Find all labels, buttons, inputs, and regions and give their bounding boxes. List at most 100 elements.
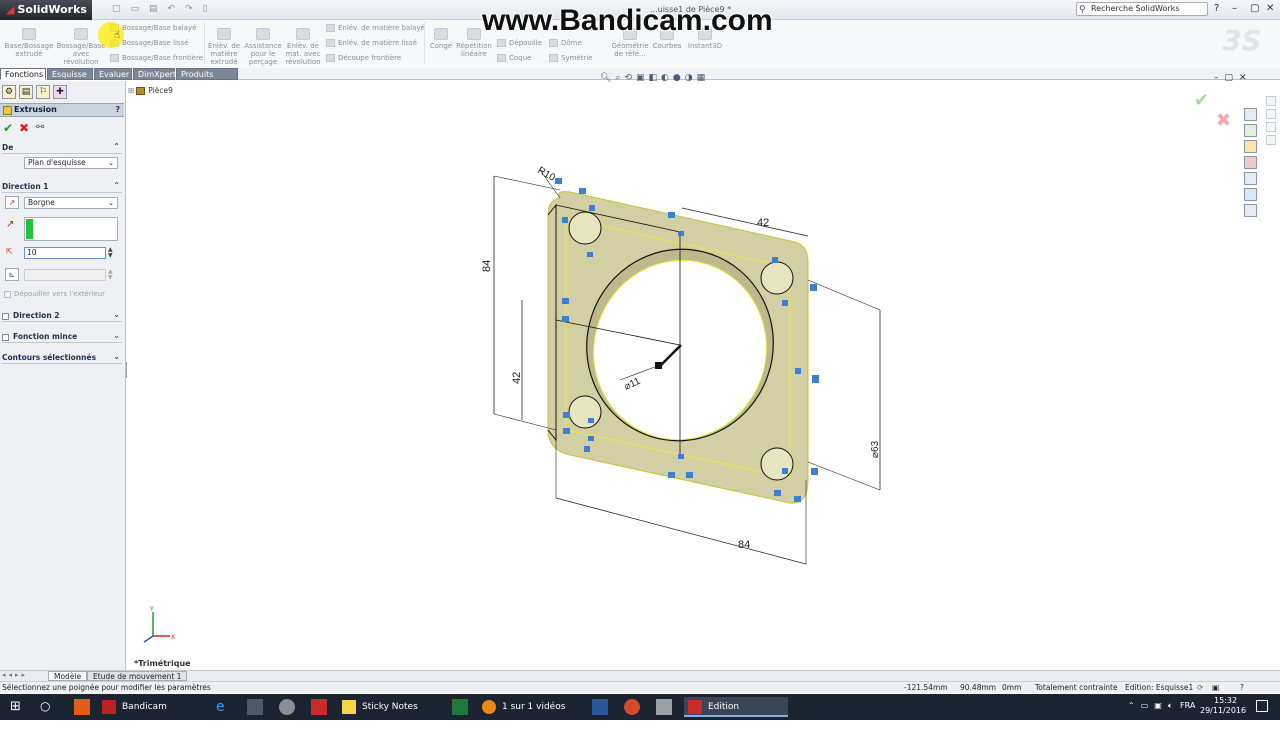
close-icon[interactable]: ✕ (1266, 3, 1274, 14)
bolt-hole-bottom-left[interactable] (568, 395, 602, 429)
help-button[interactable]: ? (1214, 3, 1219, 14)
fillet-button[interactable]: Congé (428, 28, 454, 50)
cortana-search-icon[interactable]: ○ (40, 699, 56, 715)
status-constraint: Totalement contrainte (1035, 683, 1118, 692)
edge-browser-icon[interactable]: e (216, 699, 232, 715)
group-direction2[interactable]: Direction 2 ⌄ (2, 310, 122, 322)
extruded-cut-button[interactable]: Enlèv. de matière extrudé (206, 28, 242, 66)
search-input[interactable]: ⚲ Recherche SolidWorks (1076, 2, 1208, 16)
swept-cut-button[interactable]: Enlév. de matière balayé (326, 24, 425, 32)
maximize-icon[interactable]: ▢ (1250, 3, 1259, 14)
tab-office-products[interactable]: Produits Office (176, 68, 238, 90)
ok-check-icon[interactable]: ✔ (3, 121, 13, 135)
bolt-hole-top-right[interactable] (760, 261, 794, 295)
tab-sketch[interactable]: Esquisse (47, 68, 93, 80)
dimension-42-top-label[interactable]: 42 (757, 217, 769, 229)
shell-button[interactable]: Coque (497, 54, 531, 62)
dome-icon (549, 39, 558, 47)
taskbar-item-sticky-notes[interactable]: Sticky Notes (338, 697, 444, 717)
minimize-icon[interactable]: – (1232, 3, 1237, 14)
draft-toggle-icon[interactable]: ⊾ (5, 268, 19, 281)
clock-date[interactable]: 29/11/2016 (1200, 706, 1246, 715)
group-from[interactable]: De ⌃ (2, 142, 122, 154)
checkbox-box[interactable] (2, 333, 9, 341)
store-icon[interactable] (247, 699, 263, 715)
revolved-cut-button[interactable]: Enlèv. de mat. avec révolution (284, 28, 322, 66)
tab-scroll-arrows[interactable]: ◂◂▸▸ (0, 671, 48, 681)
lofted-cut-button[interactable]: Enlév. de matière lissé (326, 39, 417, 47)
group-selected-contours[interactable]: Contours sélectionnés ⌄ (2, 352, 122, 364)
property-manager-header: Extrusion ? (0, 103, 124, 117)
dimxpert-manager-icon[interactable]: ✚ (53, 85, 67, 99)
units-icon[interactable]: ▣ (1212, 682, 1219, 693)
dimension-42-left-label[interactable]: 42 (511, 372, 523, 384)
word-icon[interactable] (592, 699, 608, 715)
app-icon-3[interactable] (656, 699, 672, 715)
tab-motion-study[interactable]: Etude de mouvement 1 (87, 671, 188, 681)
clock-time[interactable]: 15:32 (1214, 696, 1237, 705)
cut-revolve-icon (296, 28, 310, 40)
mirror-button[interactable]: Symétrie (549, 54, 593, 62)
direction-vector-field[interactable] (24, 217, 118, 241)
solidworks-launcher-icon[interactable] (311, 699, 327, 715)
taskbar-item-bandicam[interactable]: Bandicam (98, 697, 208, 717)
taskbar-item-solidworks[interactable]: Edition d'éducation... (684, 697, 788, 732)
button-label: Assistance pour le perçage (244, 42, 282, 66)
boundary-boss-button[interactable]: Bossage/Base frontière (110, 54, 203, 62)
detailed-preview-icon[interactable]: ⚯ (36, 122, 44, 133)
excel-icon[interactable] (452, 699, 468, 715)
boundary-cut-button[interactable]: Découpe frontière (326, 54, 401, 62)
windows-start-icon[interactable]: ⊞ (10, 699, 26, 715)
extrude-handle-base[interactable] (655, 362, 662, 369)
extruded-boss-button[interactable]: Base/Bossage extrudé (4, 28, 54, 58)
reverse-direction-icon[interactable]: ↗ (5, 196, 19, 209)
bolt-hole-top-left[interactable] (568, 211, 602, 245)
toolbar-button[interactable] (1266, 135, 1276, 145)
group-direction1[interactable]: Direction 1 ⌃ (2, 181, 122, 193)
app-icon-2[interactable] (624, 699, 640, 715)
tab-features[interactable]: Fonctions (0, 68, 46, 80)
rebuild-icon[interactable]: ⟳ (1197, 682, 1203, 693)
notifications-icon[interactable] (1256, 700, 1268, 712)
taskbar-item-label: 1 sur 1 vidéos ajout... (502, 702, 566, 732)
tab-evaluate[interactable]: Evaluer (94, 68, 132, 80)
help-icon[interactable]: ? (115, 105, 120, 114)
depth-spinner[interactable]: ▲ ▼ (108, 247, 113, 259)
dome-button[interactable]: Dôme (549, 39, 582, 47)
group-thin-feature[interactable]: Fonction mince ⌄ (2, 331, 122, 343)
depth-input[interactable]: 10 (24, 247, 106, 259)
bandicam-icon (102, 700, 116, 714)
taskbar-item-label: Sticky Notes (362, 702, 418, 712)
expand-icon: ⌄ (113, 352, 120, 361)
toolbar-button[interactable] (1266, 96, 1276, 106)
quick-access-toolbar[interactable]: ▢▭▤↶↷▯ (112, 4, 218, 14)
end-condition-select[interactable]: Borgne ⌄ (24, 197, 118, 209)
from-select[interactable]: Plan d'esquisse ⌄ (24, 157, 118, 169)
configuration-manager-icon[interactable]: ⚐ (36, 85, 50, 99)
bolt-hole-bottom-right[interactable] (760, 447, 794, 481)
hole-wizard-button[interactable]: Assistance pour le perçage (244, 28, 282, 66)
dimension-84-left-label[interactable]: 84 (481, 260, 493, 272)
tab-model[interactable]: Modèle (48, 671, 88, 681)
app-icon[interactable] (279, 699, 295, 715)
group-label: Direction 1 (2, 182, 49, 191)
draft-button[interactable]: Dépouille (497, 39, 542, 47)
toolbar-button[interactable] (1266, 109, 1276, 119)
dimension-r10-label[interactable]: R10 (536, 165, 558, 184)
toolbar-button[interactable] (1266, 122, 1276, 132)
collapse-icon: ⌃ (113, 142, 120, 151)
bandicam-app-icon[interactable] (74, 699, 90, 715)
cancel-x-icon[interactable]: ✖ (19, 121, 29, 135)
checkbox-box[interactable] (2, 312, 9, 320)
input-language[interactable]: FRA (1180, 701, 1195, 710)
tab-dimxpert[interactable]: DimXpert (133, 68, 176, 80)
property-manager-icon[interactable]: ▤ (19, 85, 33, 99)
app-logo[interactable]: ◢ SolidWorks (0, 0, 92, 20)
button-label: Dépouille (509, 39, 543, 47)
feature-manager-icon[interactable]: ⚙ (2, 85, 16, 99)
system-tray-icons[interactable]: ⌃▭▣🔈︎ (1128, 701, 1179, 711)
dimension-84-bottom-label[interactable]: 84 (738, 539, 750, 551)
taskbar-item-browser[interactable]: 1 sur 1 vidéos ajout... (478, 697, 584, 732)
dimension-diameter-63-label[interactable]: ⌀63 (870, 440, 881, 458)
help-status-icon[interactable]: ? (1240, 682, 1244, 693)
